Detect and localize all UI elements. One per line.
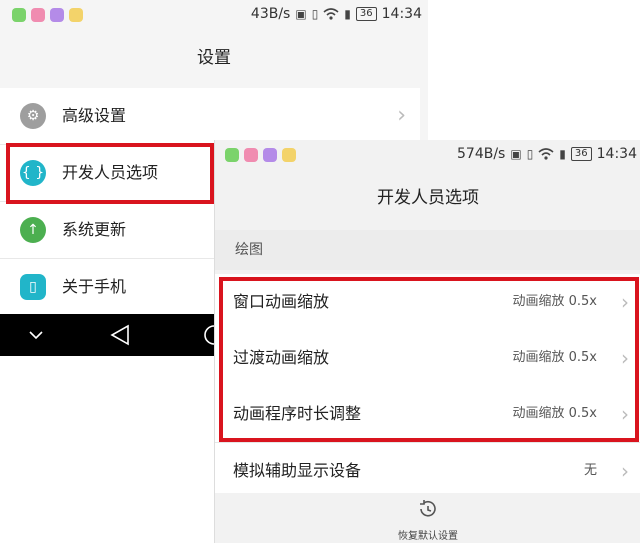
nav-buttons (29, 324, 224, 346)
section-header: 绘图 (215, 230, 640, 270)
battery-icon: 36 (355, 7, 377, 21)
wechat-icon (225, 148, 239, 162)
menu-item-advanced-settings[interactable]: ⚙ 高级设置 › (0, 88, 420, 145)
setting-value: 无 (583, 463, 597, 478)
restore-defaults-label: 恢复默认设置 (398, 531, 458, 542)
sim-icon: ▮ (559, 147, 566, 161)
menu-item-label: 高级设置 (62, 106, 127, 125)
app-icon (282, 148, 296, 162)
network-speed: 43B/s (250, 6, 291, 22)
highlight-animation-settings (219, 277, 639, 442)
network-speed: 574B/s (457, 146, 506, 162)
nfc-icon: ▣ (510, 147, 522, 161)
back-icon[interactable] (110, 324, 129, 346)
clock: 14:34 (381, 6, 422, 22)
sim-icon: ▮ (344, 7, 351, 21)
wifi-icon (538, 148, 554, 160)
status-bar: 574B/s ▣ ▯ ▮ 36 14:34 (215, 140, 640, 170)
restore-icon (420, 500, 436, 517)
menu-item-label: 关于手机 (62, 277, 127, 296)
restore-defaults-button[interactable]: 恢复默认设置 (215, 493, 640, 543)
page-title: 设置 (197, 48, 231, 68)
section-header-label: 绘图 (235, 242, 263, 258)
setting-label: 模拟辅助显示设备 (233, 461, 362, 480)
navigation-bar (0, 314, 224, 356)
app-icon (244, 148, 258, 162)
setting-simulate-secondary-display[interactable]: 模拟辅助显示设备 无 › (215, 443, 640, 500)
notification-icons (225, 148, 296, 162)
menu-item-label: 系统更新 (62, 220, 127, 239)
phone-icon: ▯ (20, 274, 46, 300)
app-icon (69, 8, 83, 22)
vibrate-icon: ▯ (526, 147, 534, 161)
highlight-developer-options (6, 143, 214, 204)
chevron-down-icon[interactable] (29, 331, 43, 340)
status-bar: 43B/s ▣ ▯ ▮ 36 14:34 (0, 0, 428, 30)
app-icon (263, 148, 277, 162)
notification-icons (12, 8, 83, 22)
nfc-icon: ▣ (295, 7, 307, 21)
gear-icon: ⚙ (20, 103, 46, 129)
arrow-up-icon: ↑ (20, 217, 46, 243)
app-icon (31, 8, 45, 22)
battery-icon: 36 (570, 147, 592, 161)
app-icon (50, 8, 64, 22)
clock: 14:34 (596, 146, 637, 162)
page-title: 开发人员选项 (215, 170, 640, 226)
vibrate-icon: ▯ (311, 7, 319, 21)
chevron-right-icon: › (621, 459, 629, 483)
chevron-right-icon: › (397, 103, 406, 128)
wifi-icon (323, 8, 339, 20)
wechat-icon (12, 8, 26, 22)
